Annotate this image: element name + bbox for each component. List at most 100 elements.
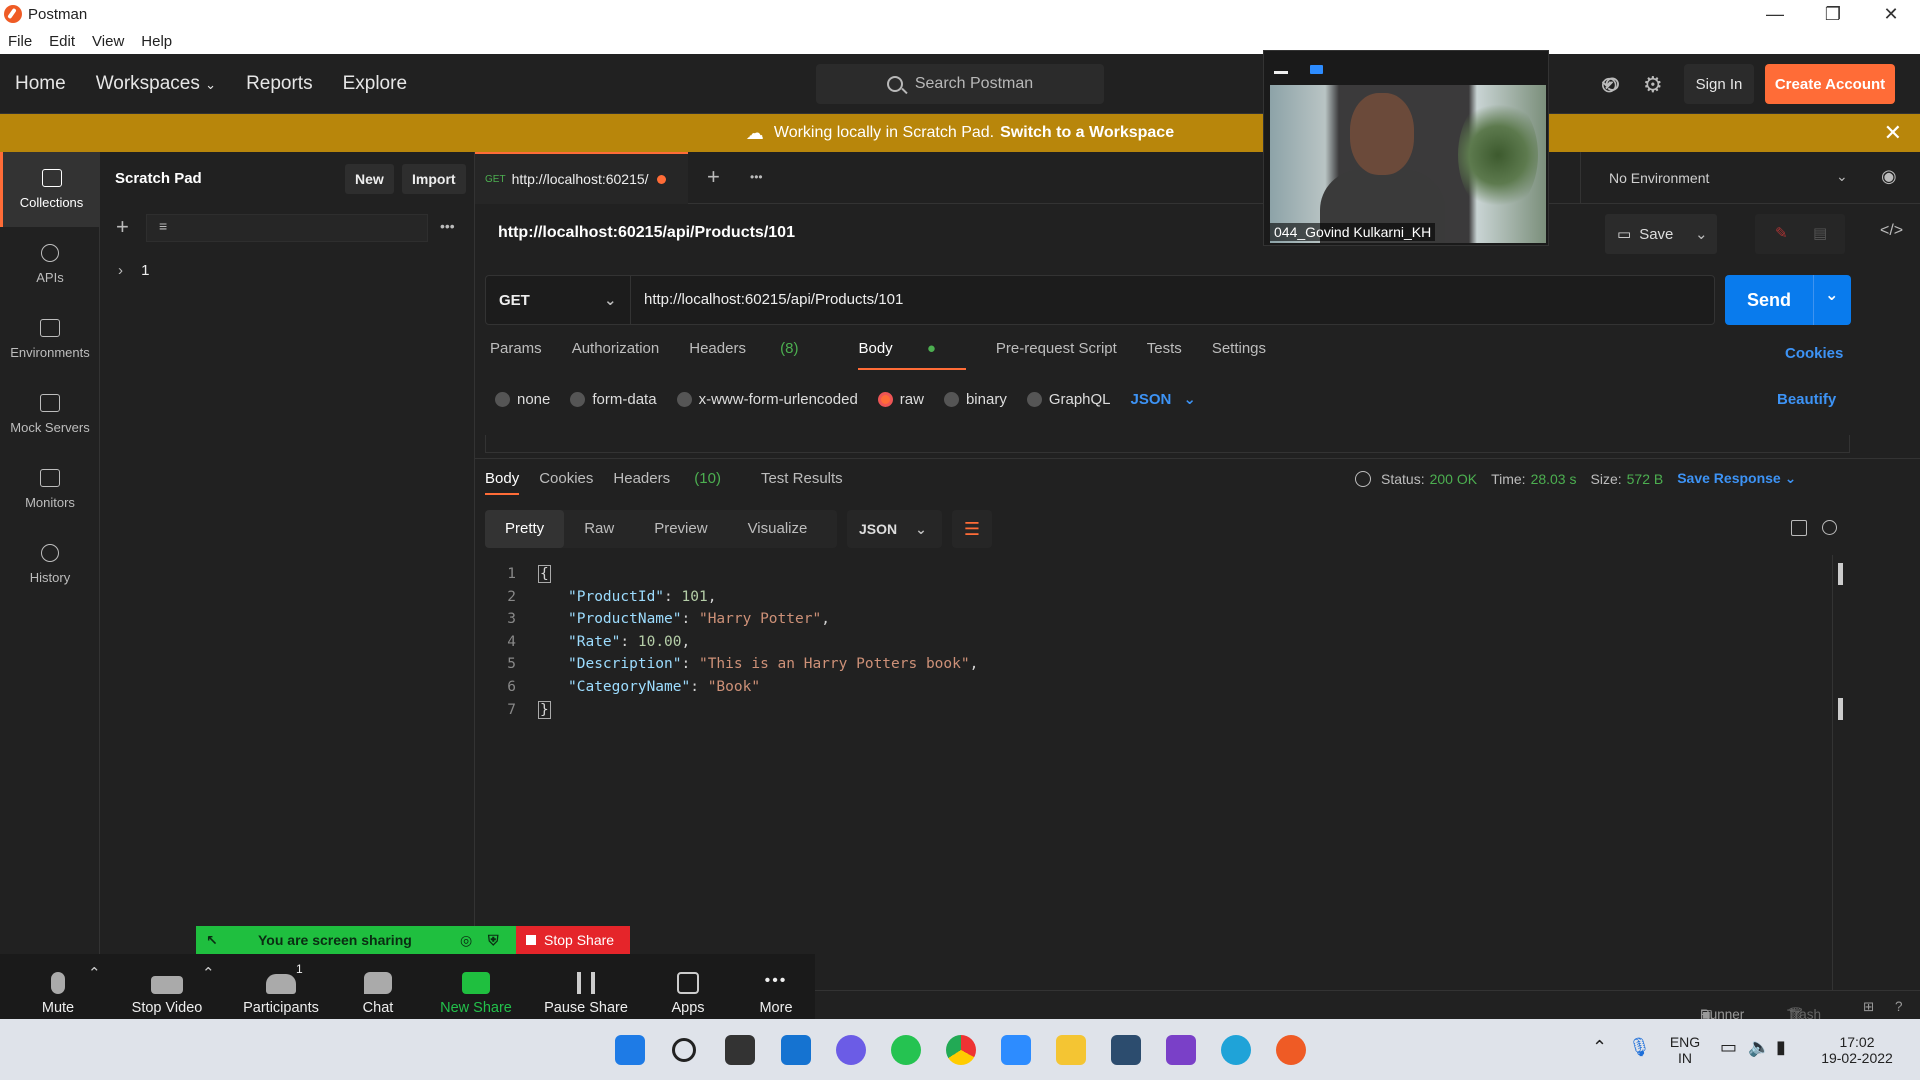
copy-icon[interactable] (1791, 520, 1807, 536)
pause-share-button[interactable]: Pause Share (540, 954, 632, 1019)
network-icon[interactable]: ▭ (1720, 1037, 1737, 1058)
eye-icon[interactable]: ◉ (1881, 166, 1897, 187)
sidebar-item-collections[interactable]: Collections (0, 152, 100, 227)
sql-server-icon[interactable] (1111, 1035, 1141, 1065)
chevron-down-icon[interactable]: ⌄ (1825, 285, 1838, 305)
view-preview[interactable]: Preview (634, 510, 727, 548)
tab-authorization[interactable]: Authorization (572, 340, 660, 370)
search-icon[interactable] (1822, 520, 1837, 535)
new-share-button[interactable]: New Share (432, 954, 520, 1019)
task-view-icon[interactable] (725, 1035, 755, 1065)
sidebar-item-environments[interactable]: Environments (0, 302, 100, 377)
nav-home[interactable]: Home (15, 73, 66, 95)
add-icon[interactable]: + (116, 214, 129, 240)
teams-chat-icon[interactable] (836, 1035, 866, 1065)
stop-video-button[interactable]: Stop Video (126, 954, 208, 1019)
restore-button[interactable]: ❐ (1804, 0, 1862, 28)
close-icon[interactable]: ✕ (1884, 120, 1902, 146)
save-response-button[interactable]: Save Response ⌄ (1677, 470, 1796, 487)
windows-start-icon[interactable] (615, 1035, 645, 1065)
response-tab-body[interactable]: Body (485, 470, 520, 495)
tab-tests[interactable]: Tests (1147, 340, 1182, 370)
zoom-icon[interactable] (1001, 1035, 1031, 1065)
pin-icon[interactable]: ↖ (206, 932, 218, 949)
response-tab-cookies[interactable]: Cookies (539, 470, 593, 495)
tab-options-icon[interactable]: ••• (750, 170, 763, 184)
whatsapp-icon[interactable] (891, 1035, 921, 1065)
menu-view[interactable]: View (92, 33, 124, 50)
switch-workspace-link[interactable]: Switch to a Workspace (1000, 124, 1174, 142)
import-button[interactable]: Import (402, 164, 466, 194)
file-explorer-icon[interactable] (1056, 1035, 1086, 1065)
view-pretty[interactable]: Pretty (485, 510, 565, 548)
tab-headers[interactable]: Headers (8) (689, 340, 828, 370)
response-format-select[interactable]: JSON ⌄ (847, 510, 942, 548)
body-type-graphql[interactable]: GraphQL (1026, 391, 1111, 408)
chat-button[interactable]: Chat (348, 954, 408, 1019)
tab-settings[interactable]: Settings (1212, 340, 1266, 370)
environment-selector[interactable]: No Environment ⌄ ◉ (1580, 152, 1920, 204)
tab-pre-request-script[interactable]: Pre-request Script (996, 340, 1117, 370)
status-value[interactable]: 200 OK (1430, 471, 1477, 487)
visual-studio-icon[interactable] (1166, 1035, 1196, 1065)
cookies-link[interactable]: Cookies (1785, 345, 1843, 362)
widgets-icon[interactable] (781, 1035, 811, 1065)
response-tab-headers[interactable]: Headers (10) (613, 470, 741, 495)
create-account-button[interactable]: Create Account (1765, 64, 1895, 104)
participants-button[interactable]: Participants (236, 954, 326, 1019)
menu-file[interactable]: File (8, 33, 32, 50)
wrap-lines-icon[interactable]: ☰ (952, 510, 992, 548)
close-window-button[interactable]: ✕ (1862, 0, 1920, 28)
size-value[interactable]: 572 B (1627, 471, 1664, 487)
chrome-icon[interactable] (946, 1035, 976, 1065)
chevron-up-icon[interactable]: ⌃ (88, 964, 101, 982)
collection-tree-item[interactable]: › 1 (118, 262, 150, 279)
volume-icon[interactable]: 🔈 (1748, 1037, 1770, 1058)
minimize-video-icon[interactable] (1274, 71, 1288, 74)
save-button[interactable]: ▭ Save ⌄ (1605, 214, 1717, 254)
layout-icon[interactable]: ⊞ (1863, 999, 1874, 1015)
code-icon[interactable]: </> (1880, 222, 1903, 240)
method-select[interactable]: GET ⌄ (486, 276, 631, 324)
microphone-icon[interactable]: 🎙 (1628, 1037, 1651, 1058)
gear-icon[interactable]: ⚙ (1643, 72, 1663, 98)
edge-icon[interactable] (1221, 1035, 1251, 1065)
menu-edit[interactable]: Edit (49, 33, 75, 50)
chevron-up-icon[interactable]: ⌃ (1592, 1037, 1607, 1058)
view-raw[interactable]: Raw (564, 510, 634, 548)
filter-input[interactable]: ≡ (146, 214, 428, 242)
apps-button[interactable]: Apps (660, 954, 716, 1019)
nav-workspaces[interactable]: Workspaces ⌄ (96, 73, 216, 95)
pencil-icon[interactable]: ✎ (1775, 224, 1788, 242)
sidebar-item-history[interactable]: History (0, 527, 100, 602)
send-button[interactable]: Send ⌄ (1725, 275, 1851, 325)
response-body-code[interactable]: 1{ 2 "ProductId": 101, 3 "ProductName": "H… (485, 563, 978, 721)
response-tab-test-results[interactable]: Test Results (761, 470, 843, 495)
sidebar-item-mock-servers[interactable]: Mock Servers (0, 377, 100, 452)
help-icon[interactable]: ? (1895, 999, 1903, 1014)
battery-icon[interactable]: ▮ (1776, 1037, 1786, 1058)
menu-help[interactable]: Help (141, 33, 172, 50)
comment-icon[interactable]: ▤ (1813, 224, 1827, 242)
tab-body[interactable]: Body ● (858, 340, 966, 370)
new-tab-icon[interactable]: + (707, 164, 720, 190)
body-type-none[interactable]: none (495, 391, 550, 408)
search-box[interactable]: Search Postman (816, 64, 1104, 104)
body-type-binary[interactable]: binary (943, 391, 1007, 408)
mute-button[interactable]: Mute (30, 954, 86, 1019)
nav-reports[interactable]: Reports (246, 73, 313, 95)
beautify-button[interactable]: Beautify (1777, 391, 1836, 408)
more-button[interactable]: ••• More (748, 954, 804, 1019)
time-value[interactable]: 28.03 s (1531, 471, 1577, 487)
panel-divider[interactable] (475, 458, 1920, 459)
body-type-form-data[interactable]: form-data (570, 391, 657, 408)
postman-taskbar-icon[interactable] (1276, 1035, 1306, 1065)
body-type-raw[interactable]: raw (877, 391, 924, 408)
sat-icon[interactable]: ⟲ (1601, 72, 1619, 98)
sidebar-item-monitors[interactable]: Monitors (0, 452, 100, 527)
request-title[interactable]: http://localhost:60215/api/Products/101 (498, 224, 795, 242)
view-visualize[interactable]: Visualize (728, 510, 828, 548)
raw-format-select[interactable]: JSON ⌄ (1131, 390, 1196, 409)
url-input[interactable]: http://localhost:60215/api/Products/101 (644, 276, 903, 324)
sign-in-button[interactable]: Sign In (1684, 64, 1754, 104)
